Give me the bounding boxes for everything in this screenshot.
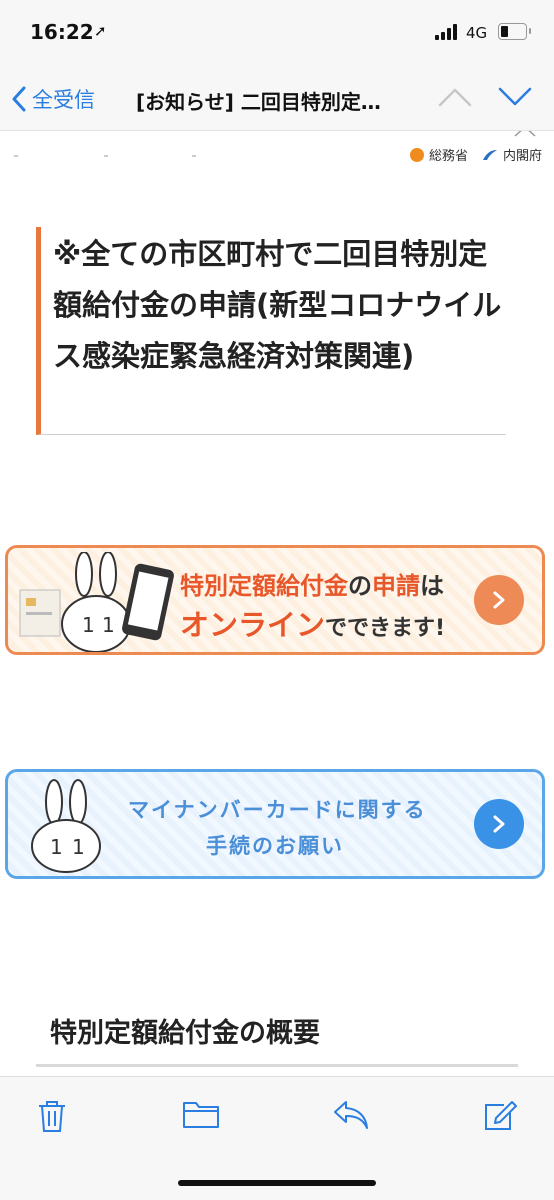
back-label: 全受信: [32, 88, 95, 112]
bookmark-icon[interactable]: [514, 131, 536, 137]
compose-button[interactable]: [482, 1099, 518, 1137]
svg-text:1: 1: [72, 835, 85, 859]
battery-icon: [498, 23, 531, 40]
rabbit-mascot-icon: 1 1: [31, 779, 101, 873]
location-arrow-icon: ➚: [94, 22, 107, 40]
trash-button[interactable]: [36, 1099, 68, 1137]
next-message-button[interactable]: [498, 86, 532, 112]
folder-icon: [183, 1102, 219, 1128]
chevron-up-icon: [438, 88, 472, 107]
heading-text: ※全ての市区町村で二回目特別定額給付金の申請(新型コロナウイルス感染症緊急経済対…: [53, 237, 502, 373]
online-banner-arrow-button[interactable]: [474, 575, 524, 625]
svg-text:1: 1: [82, 613, 95, 637]
status-bar: 16:22 ➚ 4G: [0, 0, 554, 68]
signal-icon: [435, 24, 459, 40]
decor-speck: [192, 155, 196, 157]
move-folder-button[interactable]: [182, 1099, 220, 1133]
trash-icon: [39, 1101, 65, 1132]
rabbit-mascot-icon: 1 1: [19, 552, 174, 652]
cabinet-logo: 内閣府: [482, 145, 542, 164]
mynumber-card-banner[interactable]: 1 1 マイナンバーカードに関する 手続のお願い: [5, 769, 545, 879]
svg-text:1: 1: [50, 835, 63, 859]
mail-subject: [お知らせ] 二回目特別定…: [136, 90, 381, 114]
cabinet-logo-text: 内閣府: [502, 149, 542, 164]
decor-speck: [14, 155, 18, 157]
chevron-right-icon: [493, 591, 505, 609]
chevron-right-icon: [493, 815, 505, 833]
banner-online-line1: 特別定額給付金の申請は: [180, 572, 444, 600]
online-application-banner[interactable]: 1 1 特別定額給付金の申請は オンラインでできます!: [5, 545, 545, 655]
decor-speck: [104, 155, 108, 157]
mic-logo-text: 総務省: [428, 149, 468, 164]
banner-mynumber-line2: 手続のお願い: [206, 834, 344, 858]
chevron-left-icon: [12, 86, 26, 112]
previous-message-button[interactable]: [438, 86, 472, 112]
email-heading: ※全ての市区町村で二回目特別定額給付金の申請(新型コロナウイルス感染症緊急経済対…: [36, 227, 506, 435]
reply-button[interactable]: [332, 1099, 370, 1135]
section-title: 特別定額給付金の概要: [36, 1011, 518, 1067]
mic-logo: 総務省: [409, 145, 468, 164]
mynumber-banner-arrow-button[interactable]: [474, 799, 524, 849]
email-body: 総務省 内閣府 ※全ての市区町村で二回目特別定額給付金の申請(新型コロナウイルス…: [0, 131, 554, 1075]
chevron-down-icon: [498, 87, 532, 106]
network-type: 4G: [466, 24, 488, 42]
reply-icon: [334, 1101, 368, 1129]
banner-mynumber-line1: マイナンバーカードに関する: [128, 798, 427, 822]
government-logos: 総務省 内閣府: [409, 145, 542, 164]
banner-online-line2: オンラインでできます!: [180, 608, 446, 642]
svg-text:1: 1: [102, 613, 115, 637]
compose-icon: [485, 1101, 517, 1130]
back-button[interactable]: 全受信: [12, 82, 95, 116]
status-time: 16:22: [30, 20, 94, 44]
mic-logo-icon: [409, 147, 424, 162]
home-indicator[interactable]: [178, 1180, 376, 1186]
cabinet-logo-icon: [482, 149, 497, 160]
mail-nav-bar: 全受信 [お知らせ] 二回目特別定…: [0, 68, 554, 131]
